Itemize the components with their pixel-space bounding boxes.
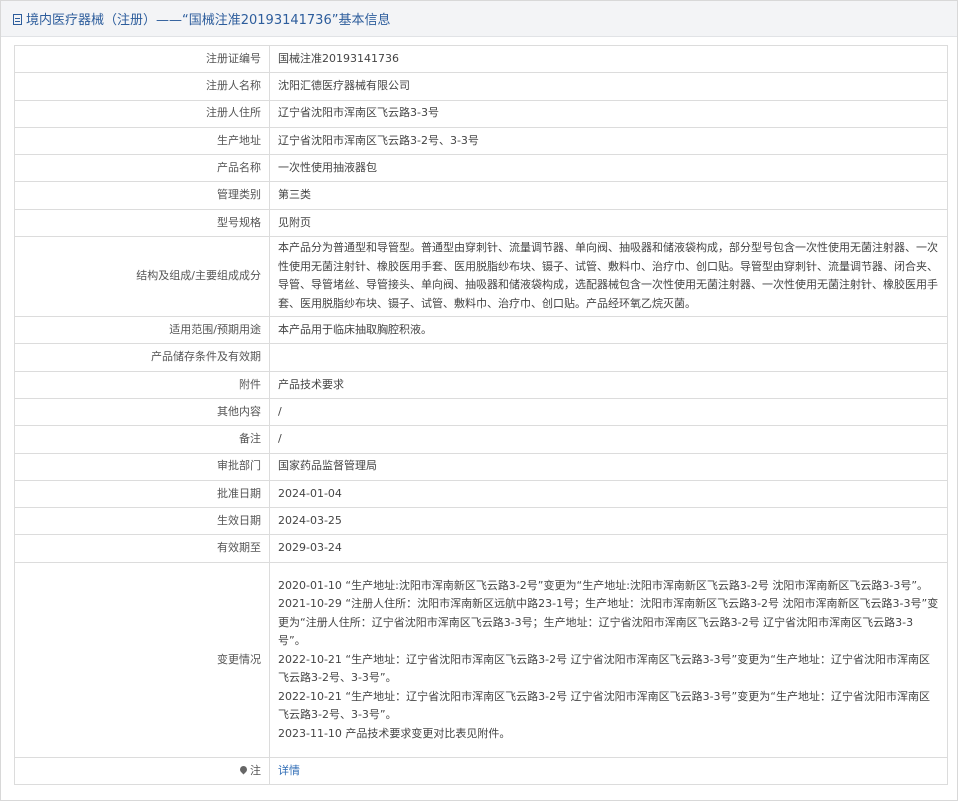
change-entry: 2023-11-10 产品技术要求变更对比表见附件。 bbox=[278, 726, 511, 740]
table-row: 生效日期 2024-03-25 bbox=[14, 507, 948, 536]
field-value: 一次性使用抽液器包 bbox=[269, 154, 948, 183]
table-row: 产品名称 一次性使用抽液器包 bbox=[14, 154, 948, 183]
pin-icon bbox=[238, 764, 249, 775]
field-value: 2029-03-24 bbox=[269, 534, 948, 563]
field-value: / bbox=[269, 397, 948, 427]
field-value: 辽宁省沈阳市浑南区飞云路3-2号、3-3号 bbox=[269, 126, 948, 156]
field-label: 产品名称 bbox=[14, 154, 270, 183]
change-entry: 2020-01-10 “生产地址:沈阳市浑南新区飞云路3-2号”变更为“生产地址… bbox=[278, 578, 929, 592]
table-row: 注册证编号 国械注准20193141736 bbox=[14, 44, 948, 74]
table-row: 注册人住所 辽宁省沈阳市浑南区飞云路3-3号 bbox=[14, 99, 948, 128]
table-row: 注册人名称 沈阳汇德医疗器械有限公司 bbox=[14, 72, 948, 101]
field-label: 审批部门 bbox=[14, 452, 270, 481]
field-value bbox=[269, 343, 948, 372]
field-label: 有效期至 bbox=[14, 534, 270, 563]
field-value: 本产品分为普通型和导管型。普通型由穿刺针、流量调节器、单向阀、抽吸器和储液袋构成… bbox=[269, 236, 948, 318]
note-value: 详情 bbox=[269, 756, 948, 786]
field-value: 第三类 bbox=[269, 181, 948, 210]
field-label: 注册人名称 bbox=[14, 72, 270, 101]
table-row: 备注 / bbox=[14, 425, 948, 454]
field-label: 生效日期 bbox=[14, 507, 270, 536]
field-label: 批准日期 bbox=[14, 479, 270, 509]
field-label: 结构及组成/主要组成成分 bbox=[14, 236, 270, 318]
field-value: 辽宁省沈阳市浑南区飞云路3-3号 bbox=[269, 99, 948, 128]
details-link[interactable]: 详情 bbox=[278, 764, 300, 777]
table-row: 适用范围/预期用途 本产品用于临床抽取胸腔积液。 bbox=[14, 316, 948, 345]
document-icon bbox=[13, 14, 22, 25]
change-history: 2020-01-10 “生产地址:沈阳市浑南新区飞云路3-2号”变更为“生产地址… bbox=[269, 561, 948, 758]
table-row-note: 注 详情 bbox=[14, 756, 948, 786]
field-value: 国家药品监督管理局 bbox=[269, 452, 948, 481]
page-header: 境内医疗器械（注册）——“国械注准20193141736”基本信息 bbox=[1, 1, 957, 37]
info-table: 注册证编号 国械注准20193141736 注册人名称 沈阳汇德医疗器械有限公司… bbox=[14, 44, 948, 786]
table-row: 审批部门 国家药品监督管理局 bbox=[14, 452, 948, 481]
field-value: 沈阳汇德医疗器械有限公司 bbox=[269, 72, 948, 101]
field-value: / bbox=[269, 425, 948, 454]
field-label: 管理类别 bbox=[14, 181, 270, 210]
table-row: 批准日期 2024-01-04 bbox=[14, 479, 948, 509]
field-value: 国械注准20193141736 bbox=[269, 44, 948, 74]
table-row: 型号规格 见附页 bbox=[14, 208, 948, 238]
table-row: 附件 产品技术要求 bbox=[14, 370, 948, 399]
change-entry: 2022-10-21 “生产地址：辽宁省沈阳市浑南区飞云路3-2号 辽宁省沈阳市… bbox=[278, 652, 930, 685]
table-row: 其他内容 / bbox=[14, 397, 948, 427]
field-value: 本产品用于临床抽取胸腔积液。 bbox=[269, 316, 948, 345]
field-label: 产品储存条件及有效期 bbox=[14, 343, 270, 372]
table-row: 生产地址 辽宁省沈阳市浑南区飞云路3-2号、3-3号 bbox=[14, 126, 948, 156]
field-value: 见附页 bbox=[269, 208, 948, 238]
note-label-cell: 注 bbox=[14, 756, 270, 786]
field-label: 备注 bbox=[14, 425, 270, 454]
field-label: 适用范围/预期用途 bbox=[14, 316, 270, 345]
field-label: 附件 bbox=[14, 370, 270, 399]
field-value: 产品技术要求 bbox=[269, 370, 948, 399]
note-label: 注 bbox=[250, 763, 261, 777]
field-label: 型号规格 bbox=[14, 208, 270, 238]
field-label: 注册证编号 bbox=[14, 44, 270, 74]
table-row: 结构及组成/主要组成成分 本产品分为普通型和导管型。普通型由穿刺针、流量调节器、… bbox=[14, 236, 948, 318]
page-title: 境内医疗器械（注册）——“国械注准20193141736”基本信息 bbox=[26, 13, 391, 28]
info-table-container: 注册证编号 国械注准20193141736 注册人名称 沈阳汇德医疗器械有限公司… bbox=[14, 44, 948, 786]
field-value: 2024-03-25 bbox=[269, 507, 948, 536]
field-label: 其他内容 bbox=[14, 397, 270, 427]
field-value: 2024-01-04 bbox=[269, 479, 948, 509]
change-entry: 2021-10-29 “注册人住所：沈阳市浑南新区远航中路23-1号；生产地址：… bbox=[278, 597, 939, 647]
table-row: 产品储存条件及有效期 bbox=[14, 343, 948, 372]
table-row-changes: 变更情况 2020-01-10 “生产地址:沈阳市浑南新区飞云路3-2号”变更为… bbox=[14, 561, 948, 758]
table-row: 管理类别 第三类 bbox=[14, 181, 948, 210]
field-label: 变更情况 bbox=[14, 561, 270, 758]
field-label: 注册人住所 bbox=[14, 99, 270, 128]
field-label: 生产地址 bbox=[14, 126, 270, 156]
table-row: 有效期至 2029-03-24 bbox=[14, 534, 948, 563]
page: 境内医疗器械（注册）——“国械注准20193141736”基本信息 注册证编号 … bbox=[0, 0, 958, 801]
change-entry: 2022-10-21 “生产地址：辽宁省沈阳市浑南区飞云路3-2号 辽宁省沈阳市… bbox=[278, 689, 930, 722]
